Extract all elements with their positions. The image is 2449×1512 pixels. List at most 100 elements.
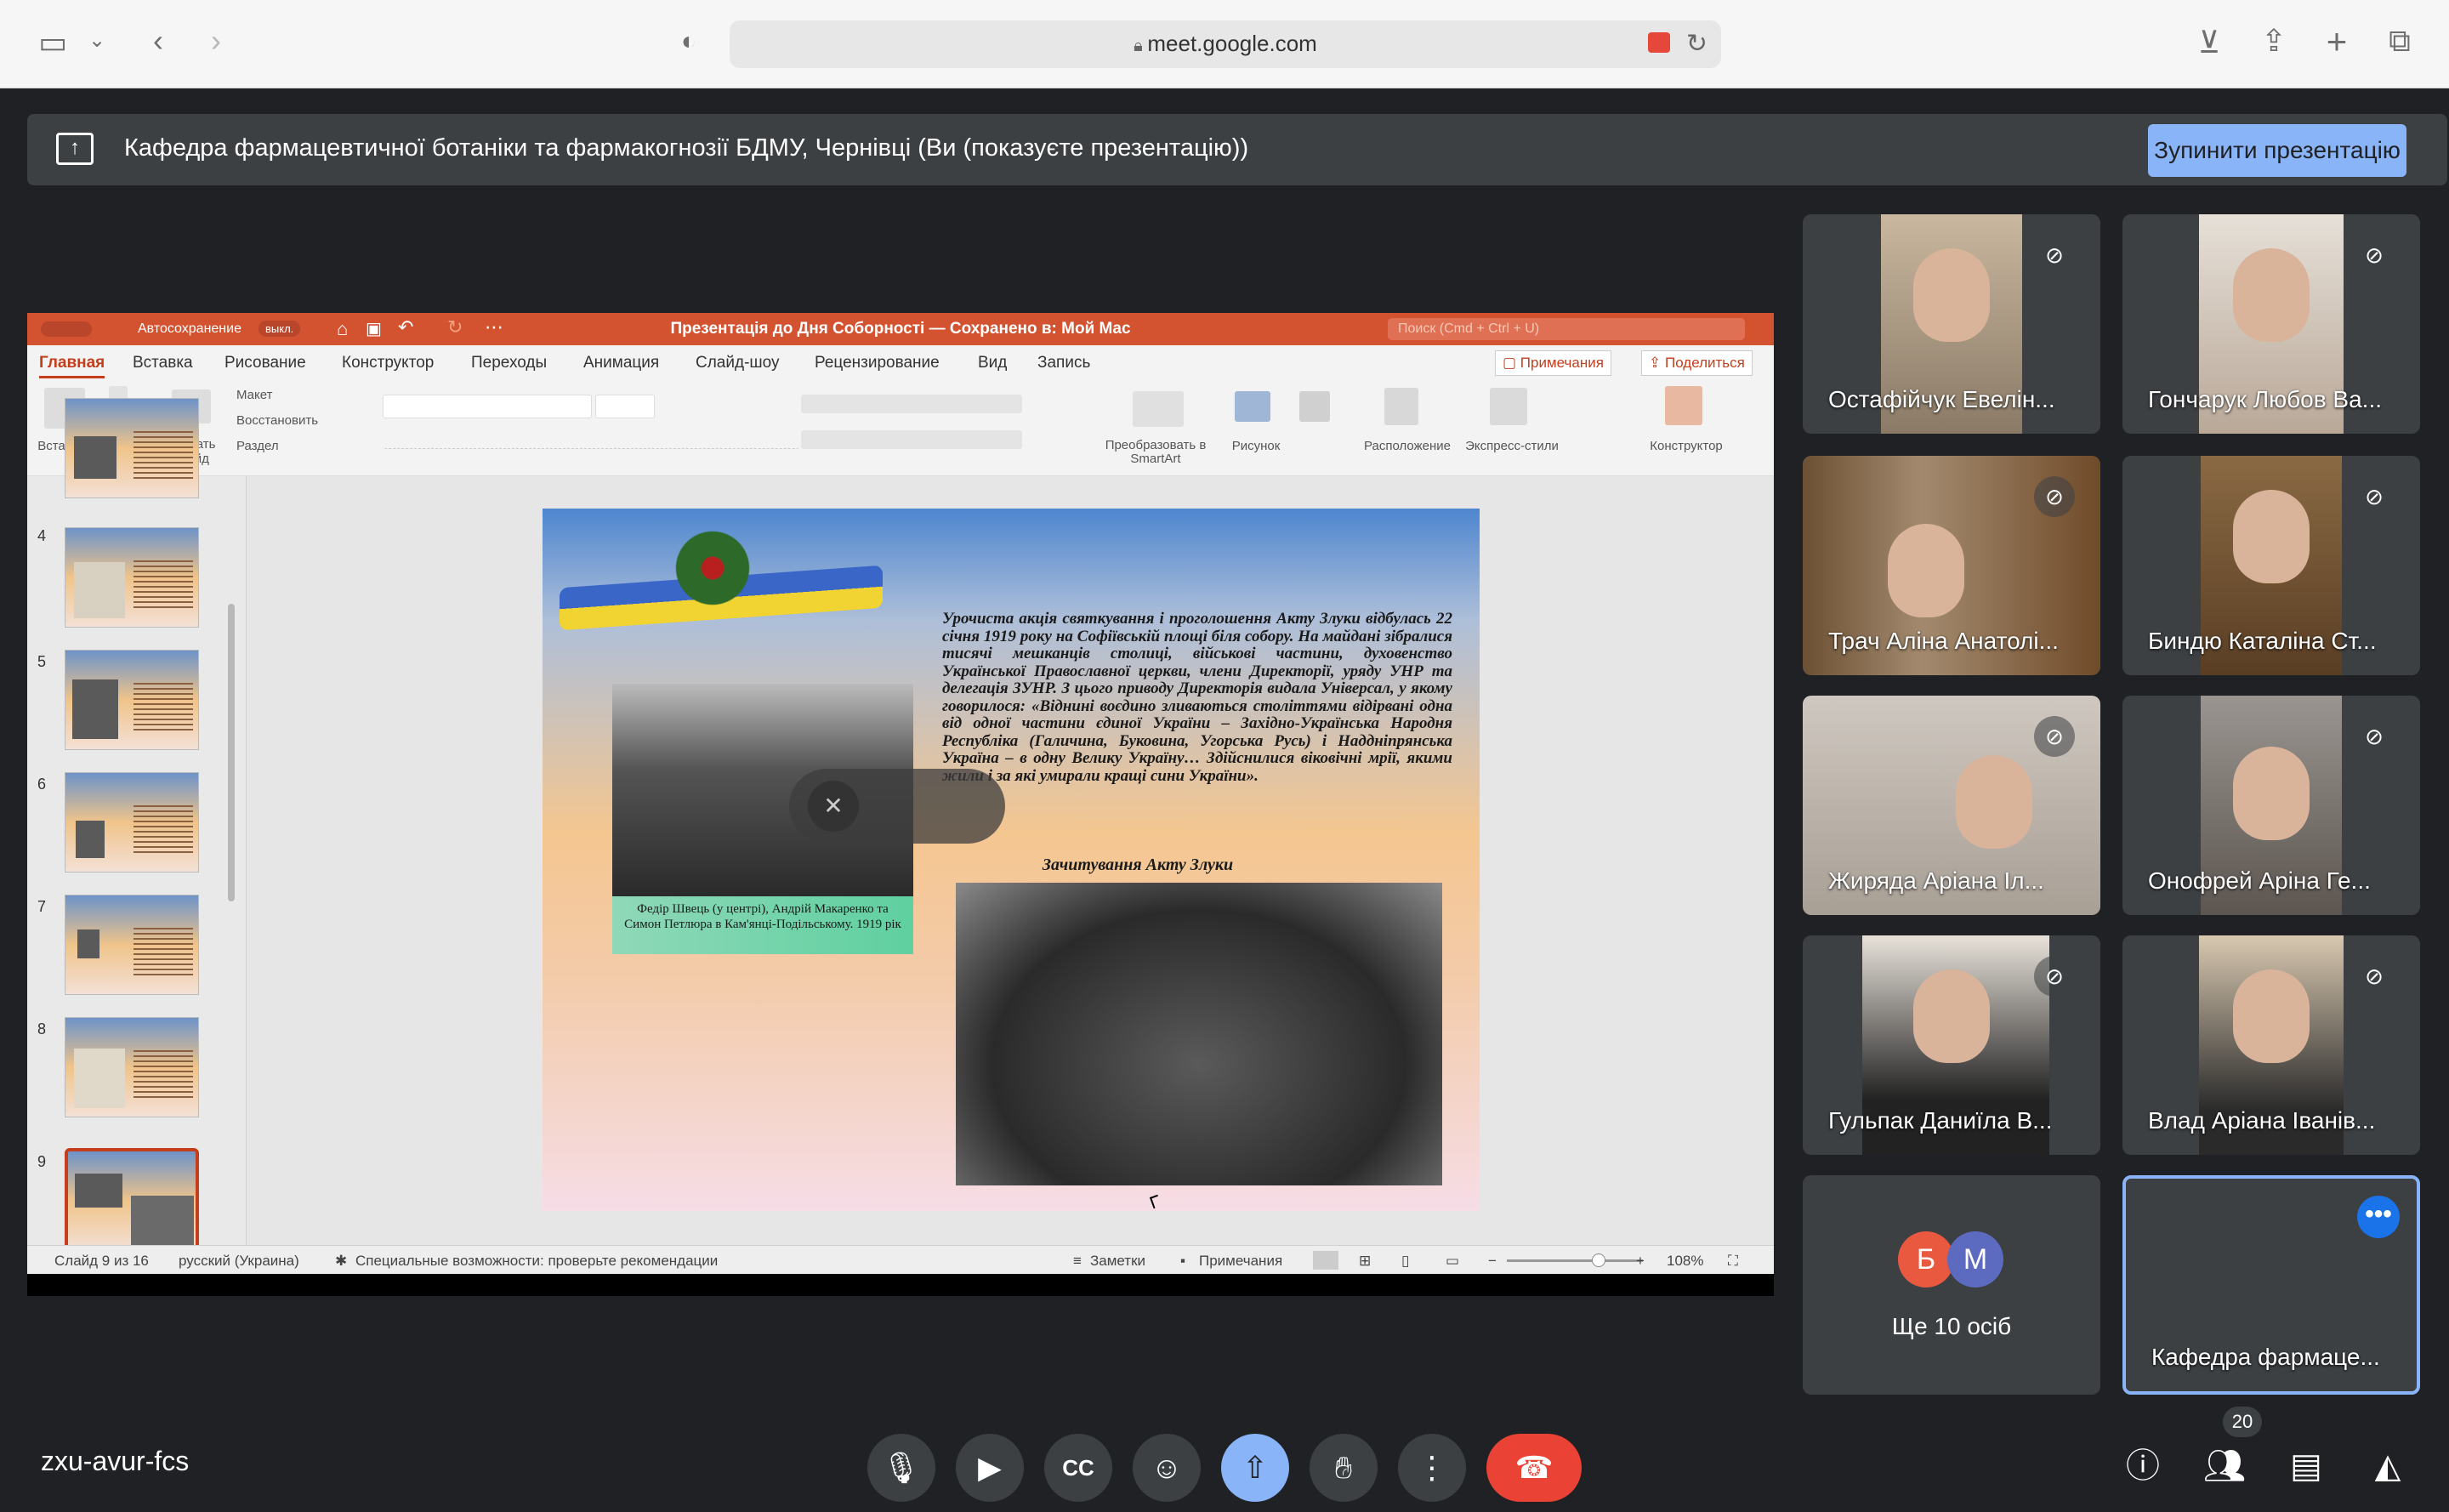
ppt-search-box[interactable]: Поиск (Cmd + Ctrl + U): [1388, 318, 1745, 340]
reactions-button[interactable]: ☺: [1133, 1434, 1201, 1502]
activities-button[interactable]: ◭: [2362, 1441, 2413, 1492]
participant-tile[interactable]: ⊘ Гончарук Любов Ва...: [2122, 214, 2420, 434]
end-call-button[interactable]: ☎︎: [1486, 1434, 1582, 1502]
quick-styles-icon[interactable]: [1490, 388, 1527, 425]
back-icon[interactable]: ‹: [141, 26, 175, 56]
participant-tile[interactable]: ⊘ Остафійчук Евелін...: [1803, 214, 2100, 434]
language-status[interactable]: русский (Украина): [179, 1253, 299, 1270]
slide-sorter-icon[interactable]: ⊞: [1359, 1253, 1371, 1270]
share-icon[interactable]: ⇪: [2255, 26, 2293, 56]
font-name-select[interactable]: [383, 395, 592, 418]
picture-icon[interactable]: [1235, 391, 1270, 422]
screen-share-indicator-icon[interactable]: [1648, 32, 1670, 53]
zoom-out-icon[interactable]: −: [1488, 1253, 1497, 1270]
picture-label: Рисунок: [1231, 439, 1281, 453]
tab-animations[interactable]: Анимация: [583, 354, 659, 372]
participant-tile[interactable]: ⊘ Онофрей Аріна Ге...: [2122, 696, 2420, 915]
font-format-row[interactable]: [383, 432, 799, 449]
reading-view-icon[interactable]: ▯: [1401, 1253, 1409, 1270]
slideshow-icon[interactable]: ▭: [1446, 1253, 1459, 1270]
stop-presenting-button[interactable]: Зупинити презентацію: [2148, 124, 2406, 177]
status-comments-button[interactable]: Примечания: [1199, 1253, 1282, 1270]
share-button[interactable]: ⇪ Поделиться: [1641, 350, 1753, 376]
sidebar-icon[interactable]: ▭: [34, 27, 71, 58]
camera-icon: ▶︎: [978, 1450, 1002, 1485]
more-participants-label: Ще 10 осіб: [1891, 1313, 2012, 1339]
tab-record[interactable]: Запись: [1037, 354, 1090, 372]
slide-paragraph: Урочиста акція святкування і проголошенн…: [942, 610, 1452, 785]
paragraph-controls[interactable]: [801, 395, 1022, 413]
tab-overview-icon[interactable]: ⧉: [2381, 26, 2418, 56]
thumbnail-number: 5: [37, 653, 47, 670]
participant-tile[interactable]: ⊘ Гульпак Даниїла В...: [1803, 935, 2100, 1155]
fit-slide-icon[interactable]: ⛶: [1728, 1253, 1738, 1270]
zoom-level[interactable]: 108%: [1667, 1253, 1703, 1270]
tab-view[interactable]: Вид: [978, 354, 1007, 372]
info-icon: ⓘ: [2126, 1447, 2160, 1485]
tab-slideshow[interactable]: Слайд-шоу: [696, 354, 780, 372]
slide-thumbnail[interactable]: [65, 772, 199, 873]
section-button[interactable]: Раздел: [236, 439, 279, 453]
zoom-slider[interactable]: [1507, 1253, 1643, 1267]
tab-review[interactable]: Рецензирование: [815, 354, 940, 372]
participant-tile[interactable]: ⊘ Жиряда Аріана Іл...: [1803, 696, 2100, 915]
font-size-select[interactable]: [595, 395, 655, 418]
participant-tile[interactable]: ⊘ Влад Аріана Іванів...: [2122, 935, 2420, 1155]
downloads-icon[interactable]: ⊻: [2190, 27, 2228, 58]
zoom-in-icon[interactable]: +: [1636, 1253, 1645, 1270]
alignment-controls[interactable]: [801, 430, 1022, 449]
more-participants-tile[interactable]: Б М Ще 10 осіб: [1803, 1175, 2100, 1395]
slide-thumbnail[interactable]: [65, 1017, 199, 1117]
thumbnail-number: 4: [37, 527, 47, 544]
tab-insert[interactable]: Вставка: [133, 354, 193, 372]
mic-button[interactable]: 🎙︎: [867, 1434, 935, 1502]
comment-icon: ▪: [1180, 1253, 1186, 1269]
tab-design[interactable]: Конструктор: [342, 354, 434, 372]
slide-thumbnail[interactable]: [65, 398, 199, 498]
zoom-slider-thumb[interactable]: [1592, 1253, 1605, 1267]
participant-count-badge: 20: [2223, 1407, 2262, 1437]
smartart-icon[interactable]: [1133, 391, 1184, 427]
present-button[interactable]: ⇧: [1221, 1434, 1289, 1502]
screen-share-overlay: ✕: [789, 769, 1005, 844]
designer-icon[interactable]: [1665, 386, 1702, 425]
address-bar[interactable]: 🔒︎ meet.google.com ↻: [730, 20, 1721, 68]
slide-thumbnail-selected[interactable]: [65, 1148, 199, 1253]
thumbnail-scrollbar[interactable]: [228, 604, 235, 901]
thumbnail-number: 6: [37, 776, 47, 793]
chat-button[interactable]: ▤: [2281, 1441, 2332, 1492]
participant-name: Биндю Каталіна Ст...: [2148, 628, 2377, 654]
ppt-status-bar: Слайд 9 из 16 русский (Украина) ✱ Специа…: [27, 1245, 1774, 1274]
tab-draw[interactable]: Рисование: [224, 354, 306, 372]
accessibility-status[interactable]: Специальные возможности: проверьте реком…: [355, 1253, 718, 1270]
meeting-code: zxu-avur-fcs: [41, 1446, 190, 1476]
tab-home[interactable]: Главная: [39, 354, 105, 378]
participant-tile[interactable]: ⊘ Биндю Каталіна Ст...: [2122, 456, 2420, 675]
self-tile[interactable]: ••• Кафедра фармаце...: [2122, 1175, 2420, 1395]
reset-button[interactable]: Восстановить: [236, 413, 318, 428]
normal-view-icon[interactable]: [1313, 1251, 1338, 1270]
chevron-down-icon[interactable]: ⌄: [85, 31, 109, 51]
participant-tile[interactable]: ⊘ Трач Аліна Анатолі...: [1803, 456, 2100, 675]
reload-icon[interactable]: ↻: [1686, 29, 1707, 59]
meeting-info-button[interactable]: ⓘ: [2117, 1441, 2168, 1492]
forward-icon[interactable]: ›: [199, 26, 233, 56]
people-button[interactable]: 👥︎: [2199, 1441, 2250, 1492]
privacy-shield-icon[interactable]: ◐: [672, 29, 706, 54]
comments-button[interactable]: ▢ Примечания: [1495, 350, 1611, 376]
slide-thumbnail[interactable]: [65, 895, 199, 995]
captions-button[interactable]: CC: [1044, 1434, 1112, 1502]
more-options-button[interactable]: ⋮: [1398, 1434, 1466, 1502]
notes-button[interactable]: Заметки: [1090, 1253, 1145, 1270]
layout-button[interactable]: Макет: [236, 388, 272, 402]
tab-transitions[interactable]: Переходы: [471, 354, 547, 372]
camera-button[interactable]: ▶︎: [956, 1434, 1024, 1502]
arrange-label: Расположение: [1364, 439, 1451, 453]
shapes-icon[interactable]: [1299, 391, 1330, 422]
raise-hand-button[interactable]: ✋︎: [1310, 1434, 1378, 1502]
slide-thumbnail[interactable]: [65, 650, 199, 750]
new-tab-icon[interactable]: +: [2318, 24, 2355, 60]
arrange-icon[interactable]: [1384, 388, 1418, 425]
more-options-icon[interactable]: •••: [2357, 1196, 2400, 1238]
slide-thumbnail[interactable]: [65, 527, 199, 628]
